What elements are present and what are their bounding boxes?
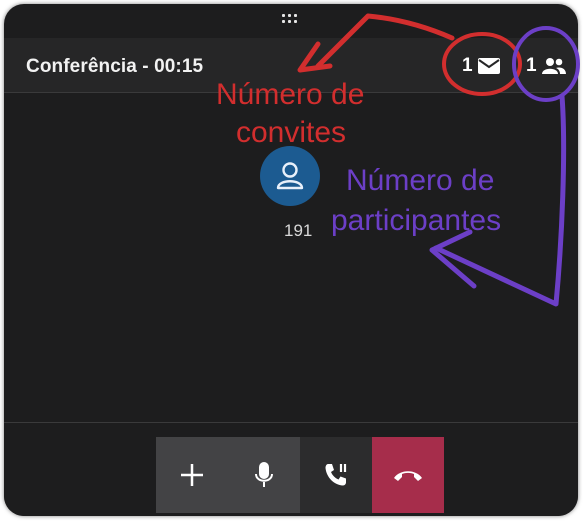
transfer-button[interactable] [300, 437, 372, 513]
microphone-icon [255, 462, 273, 487]
conference-header: Conferência - 00:15 1 1 [4, 38, 578, 93]
participants-count: 1 [526, 55, 537, 76]
phone-transfer-icon [325, 464, 347, 486]
user-icon [276, 162, 304, 190]
conference-window: Conferência - 00:15 1 1 191 [4, 4, 578, 516]
plus-icon [181, 464, 203, 486]
drag-handle-icon[interactable] [282, 14, 300, 24]
call-controls [156, 437, 444, 513]
envelope-icon [477, 58, 500, 74]
invites-counter[interactable]: 1 [462, 55, 500, 77]
participant-label: 191 [284, 221, 313, 240]
hangup-icon [394, 471, 422, 481]
mute-button[interactable] [228, 437, 300, 513]
invites-count: 1 [462, 55, 473, 76]
call-controls-bar [4, 422, 578, 516]
participant-avatar[interactable] [260, 146, 320, 206]
add-participant-button[interactable] [156, 437, 228, 513]
participants-area: 191 [4, 93, 578, 423]
participants-counter[interactable]: 1 [526, 55, 566, 77]
users-icon [541, 58, 566, 74]
conference-title: Conferência - 00:15 [26, 56, 204, 77]
hangup-button[interactable] [372, 437, 444, 513]
